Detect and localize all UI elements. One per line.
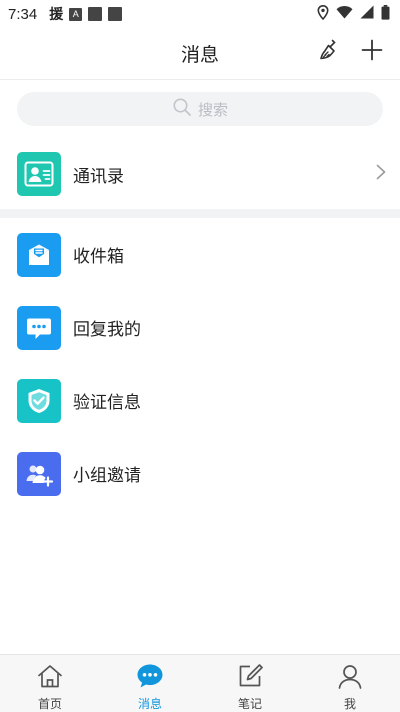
location-icon bbox=[317, 4, 329, 24]
signal-icon bbox=[360, 5, 374, 23]
status-bar: 7:34 援 A bbox=[0, 0, 400, 28]
chevron-right-icon bbox=[376, 164, 386, 184]
search-bar[interactable]: 搜索 bbox=[17, 92, 383, 126]
tab-home[interactable]: 首页 bbox=[0, 655, 100, 712]
user-icon bbox=[336, 663, 364, 693]
shield-check-icon bbox=[17, 378, 61, 423]
tab-label: 首页 bbox=[37, 697, 62, 711]
tab-label: 我 bbox=[343, 697, 356, 711]
status-notification-icon bbox=[88, 7, 103, 21]
tab-me[interactable]: 我 bbox=[300, 655, 400, 712]
search-placeholder: 搜索 bbox=[197, 100, 228, 119]
chat-bubble-icon bbox=[17, 305, 61, 350]
contacts-row[interactable]: 通讯录 bbox=[0, 139, 400, 209]
contacts-label: 通讯录 bbox=[73, 166, 124, 187]
message-icon bbox=[136, 663, 164, 693]
list-item-inbox[interactable]: 收件箱 bbox=[0, 218, 400, 291]
note-edit-icon bbox=[236, 663, 264, 693]
bottom-tab-bar: 首页 消息 笔记 我 bbox=[0, 654, 400, 712]
list-item-label: 回复我的 bbox=[73, 320, 141, 340]
status-a-icon: A bbox=[69, 7, 83, 21]
status-app-glyph: 援 bbox=[49, 7, 64, 23]
list-item-replies[interactable]: 回复我的 bbox=[0, 291, 400, 364]
battery-icon bbox=[381, 4, 390, 24]
list-item-label: 小组邀请 bbox=[73, 466, 141, 486]
home-icon bbox=[36, 663, 64, 693]
search-icon bbox=[172, 97, 192, 121]
list-item-group-invites[interactable]: 小组邀请 bbox=[0, 437, 400, 510]
contact-card-icon bbox=[17, 152, 61, 196]
clean-button[interactable] bbox=[316, 38, 344, 66]
status-notification-icon bbox=[108, 7, 123, 21]
tab-notes[interactable]: 笔记 bbox=[200, 655, 300, 712]
section-divider bbox=[0, 209, 400, 218]
wifi-icon bbox=[336, 5, 353, 23]
add-button[interactable] bbox=[358, 38, 386, 66]
status-time: 7:34 bbox=[8, 5, 38, 23]
top-app-bar: 消息 bbox=[0, 28, 400, 80]
add-icon bbox=[361, 39, 383, 65]
group-add-icon bbox=[17, 451, 61, 496]
page-title: 消息 bbox=[180, 44, 219, 66]
tab-messages[interactable]: 消息 bbox=[100, 655, 200, 712]
list-item-label: 验证信息 bbox=[73, 393, 141, 413]
list-item-label: 收件箱 bbox=[73, 247, 124, 267]
tab-label: 笔记 bbox=[237, 697, 262, 711]
list-item-verification[interactable]: 验证信息 bbox=[0, 364, 400, 437]
clean-icon bbox=[318, 38, 342, 66]
inbox-envelope-icon bbox=[17, 232, 61, 277]
tab-label: 消息 bbox=[137, 697, 162, 711]
